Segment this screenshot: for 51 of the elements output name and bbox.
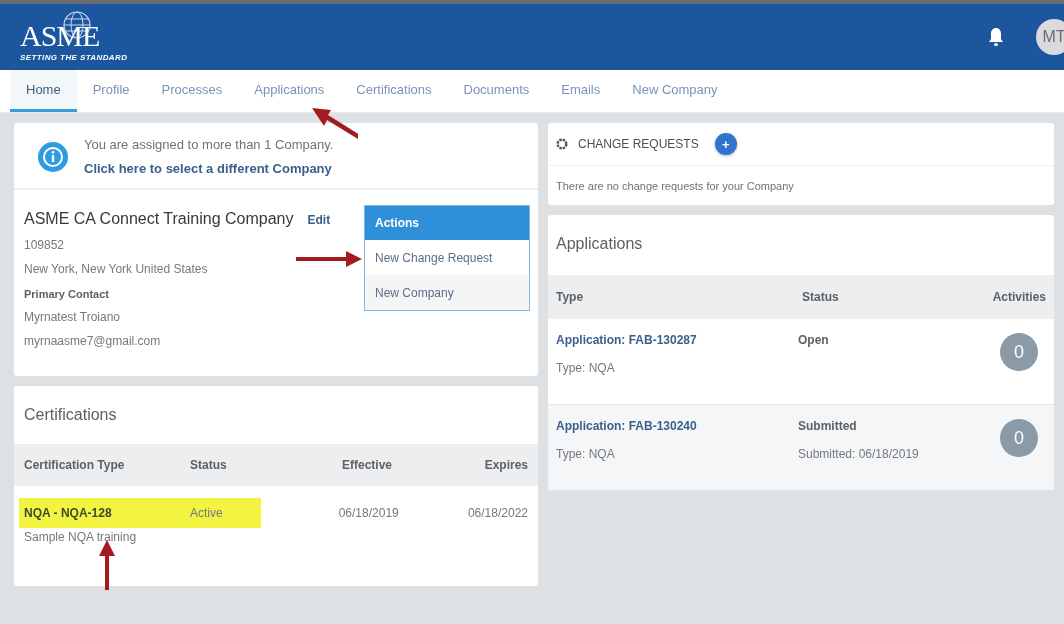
column-header: Effective — [340, 458, 392, 472]
application-type: Type: NQA — [556, 361, 616, 375]
annotation-arrow — [296, 250, 362, 268]
column-header: Status — [802, 290, 840, 304]
application-link[interactable]: Application: FAB-130287 — [556, 333, 798, 347]
card-title: Applications — [555, 234, 644, 254]
empty-message: There are no change requests for your Company — [555, 179, 795, 194]
contact-label: Primary Contact — [24, 288, 109, 300]
add-button[interactable]: + — [714, 133, 737, 155]
gear-icon — [556, 138, 568, 150]
edit-link[interactable]: Edit — [307, 213, 331, 227]
notice-text: You are assigned to more than 1 Company. — [84, 137, 334, 152]
company-id: 109852 — [24, 238, 65, 252]
menu-header: Actions — [365, 206, 529, 240]
application-status: Submitted — [798, 419, 858, 433]
company-address: New York, New York United States — [24, 262, 208, 276]
application-link[interactable]: Application: FAB-130240 — [556, 419, 798, 433]
status-cell-text: Active — [190, 506, 224, 520]
nav-tab[interactable]: Processes — [145, 70, 239, 112]
application-status: Open — [798, 333, 830, 347]
activity-count: 0 — [1000, 419, 1038, 457]
card-title: Certifications — [23, 405, 118, 425]
select-company-link[interactable]: Click here to select a different Company — [84, 161, 334, 176]
info-icon — [38, 141, 68, 172]
nav-tab[interactable]: Emails — [545, 70, 617, 112]
status-detail: Submitted: 06/18/2019 — [798, 447, 920, 461]
column-header: Type — [556, 290, 585, 304]
activity-count: 0 — [1000, 333, 1038, 371]
nav-tab[interactable]: Documents — [447, 70, 546, 112]
certification-description: Sample NQA training — [24, 530, 137, 544]
logo-tagline: SETTING THE STANDARD — [20, 53, 128, 62]
certification-type[interactable]: NQA - NQA-128 — [24, 506, 190, 520]
company-name: ASME CA Connect Training Company — [24, 210, 294, 228]
nav-tab[interactable]: Applications — [238, 70, 341, 112]
application-type: Type: NQA — [556, 447, 616, 461]
nav-tab[interactable]: Certifications — [340, 70, 448, 112]
contact-name: Myrnatest Troiano — [24, 310, 121, 324]
column-header: Certification Type — [24, 458, 126, 472]
nav-tab[interactable]: New Company — [616, 70, 734, 112]
menu-item[interactable]: New Company — [365, 275, 529, 310]
column-header: Status — [190, 458, 228, 472]
logo-wordmark[interactable]: ASME — [20, 22, 100, 50]
effective-date: 06/18/2019 — [337, 506, 399, 520]
column-header: Activities — [991, 290, 1046, 304]
contact-email[interactable]: myrnaasme7@gmail.com — [24, 334, 161, 348]
column-header: Expires — [483, 458, 528, 472]
nav-tab[interactable]: Profile — [76, 70, 146, 112]
bell-icon[interactable] — [988, 27, 1004, 47]
section-title: CHANGE REQUESTS — [578, 137, 699, 151]
expiry-date: 06/18/2022 — [466, 506, 528, 520]
nav-tab[interactable]: Home — [10, 70, 77, 112]
